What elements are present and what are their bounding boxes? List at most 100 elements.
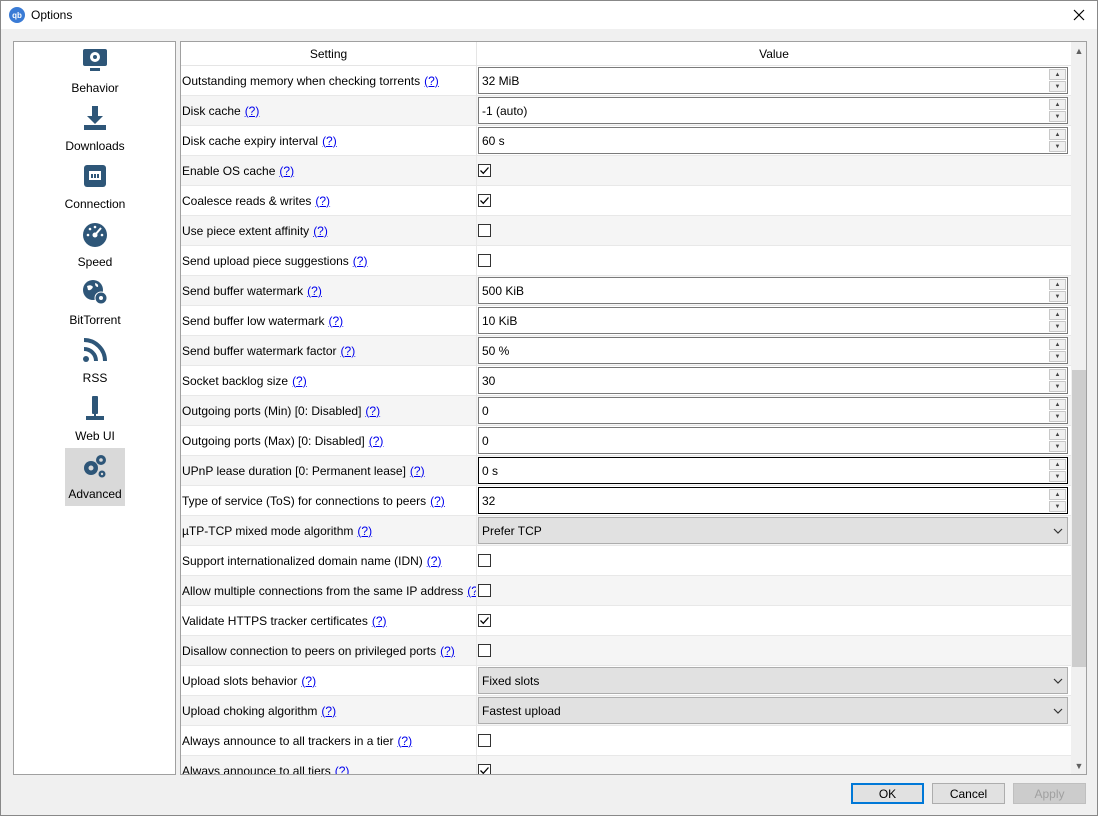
help-link[interactable]: (?) [335,764,350,775]
cancel-button[interactable]: Cancel [932,783,1005,804]
help-link[interactable]: (?) [365,404,380,418]
checkbox[interactable] [478,644,491,657]
spinbox-input[interactable]: 0 ▲ ▼ [478,427,1068,454]
spinbox-input[interactable]: 32 ▲ ▼ [478,487,1068,514]
spin-down-icon[interactable]: ▼ [1049,411,1066,422]
spin-up-icon[interactable]: ▲ [1049,459,1066,470]
spin-down-icon[interactable]: ▼ [1049,381,1066,392]
sidebar-item-downloads[interactable]: Downloads [65,100,125,158]
spin-up-icon[interactable]: ▲ [1049,129,1066,140]
spin-down-icon[interactable]: ▼ [1049,141,1066,152]
help-link[interactable]: (?) [440,644,455,658]
help-link[interactable]: (?) [307,284,322,298]
spin-down-icon[interactable]: ▼ [1049,351,1066,362]
help-link[interactable]: (?) [353,254,368,268]
help-link[interactable]: (?) [321,704,336,718]
dropdown-select[interactable]: Prefer TCP [478,517,1068,544]
spinbox-buttons: ▲ ▼ [1049,399,1066,422]
setting-value-cell: Fixed slots [477,666,1071,695]
sidebar-item-bittorrent[interactable]: BitTorrent [65,274,125,332]
scroll-down-icon[interactable]: ▼ [1071,757,1086,774]
help-link[interactable]: (?) [301,674,316,688]
scrollbar-thumb[interactable] [1072,370,1086,667]
column-header-value[interactable]: Value [477,42,1071,66]
spin-up-icon[interactable]: ▲ [1049,429,1066,440]
spinbox-input[interactable]: 60 s ▲ ▼ [478,127,1068,154]
setting-label: Outgoing ports (Max) [0: Disabled] [182,433,365,448]
help-link[interactable]: (?) [397,734,412,748]
help-link[interactable]: (?) [313,224,328,238]
ok-button[interactable]: OK [851,783,924,804]
table-row: µTP-TCP mixed mode algorithm (?) Prefer TC… [181,516,1071,546]
apply-button[interactable]: Apply [1013,783,1086,804]
sidebar-item-speed[interactable]: Speed [65,216,125,274]
checkmark-icon [480,767,489,774]
spin-up-icon[interactable]: ▲ [1049,399,1066,410]
checkbox[interactable] [478,194,491,207]
spinbox-input[interactable]: 500 KiB ▲ ▼ [478,277,1068,304]
spin-down-icon[interactable]: ▼ [1049,81,1066,92]
help-link[interactable]: (?) [467,584,476,598]
checkbox[interactable] [478,584,491,597]
dropdown-select[interactable]: Fixed slots [478,667,1068,694]
checkbox[interactable] [478,614,491,627]
table-row: Disk cache (?) -1 (auto) ▲ ▼ [181,96,1071,126]
help-link[interactable]: (?) [329,314,344,328]
spinbox-input[interactable]: 50 % ▲ ▼ [478,337,1068,364]
sidebar-item-label: Advanced [68,487,122,501]
setting-label: Upload choking algorithm [182,703,318,718]
setting-value-cell [477,216,1071,245]
help-link[interactable]: (?) [357,524,372,538]
spinbox-input[interactable]: 10 KiB ▲ ▼ [478,307,1068,334]
spin-up-icon[interactable]: ▲ [1049,369,1066,380]
help-link[interactable]: (?) [430,494,445,508]
spin-down-icon[interactable]: ▼ [1049,321,1066,332]
sidebar-item-behavior[interactable]: Behavior [65,42,125,100]
spin-up-icon[interactable]: ▲ [1049,99,1066,110]
sidebar-item-connection[interactable]: Connection [65,158,125,216]
help-link[interactable]: (?) [322,134,337,148]
vertical-scrollbar[interactable]: ▲ ▼ [1071,42,1086,774]
help-link[interactable]: (?) [315,194,330,208]
spinbox-input[interactable]: -1 (auto) ▲ ▼ [478,97,1068,124]
close-button[interactable] [1061,1,1097,29]
scroll-up-icon[interactable]: ▲ [1071,42,1086,59]
column-header-setting[interactable]: Setting [181,42,477,66]
checkbox[interactable] [478,554,491,567]
checkbox[interactable] [478,764,491,774]
checkbox[interactable] [478,734,491,747]
spin-down-icon[interactable]: ▼ [1049,471,1066,482]
spin-up-icon[interactable]: ▲ [1049,339,1066,350]
help-link[interactable]: (?) [372,614,387,628]
setting-value-cell [477,546,1071,575]
checkbox[interactable] [478,254,491,267]
spin-down-icon[interactable]: ▼ [1049,111,1066,122]
spin-down-icon[interactable]: ▼ [1049,291,1066,302]
sidebar-item-advanced[interactable]: Advanced [65,448,125,506]
spinbox-input[interactable]: 0 ▲ ▼ [478,397,1068,424]
spin-up-icon[interactable]: ▲ [1049,69,1066,80]
sidebar-item-webui[interactable]: Web UI [65,390,125,448]
help-link[interactable]: (?) [427,554,442,568]
help-link[interactable]: (?) [279,164,294,178]
spinbox-input[interactable]: 0 s ▲ ▼ [478,457,1068,484]
spin-down-icon[interactable]: ▼ [1049,441,1066,452]
sidebar-item-rss[interactable]: RSS [65,332,125,390]
checkbox[interactable] [478,224,491,237]
spin-up-icon[interactable]: ▲ [1049,309,1066,320]
spin-down-icon[interactable]: ▼ [1049,501,1066,512]
help-link[interactable]: (?) [292,374,307,388]
spin-up-icon[interactable]: ▲ [1049,279,1066,290]
table-row: Validate HTTPS tracker certificates (?) [181,606,1071,636]
dropdown-select[interactable]: Fastest upload [478,697,1068,724]
spin-up-icon[interactable]: ▲ [1049,489,1066,500]
spinbox-input[interactable]: 32 MiB ▲ ▼ [478,67,1068,94]
checkbox[interactable] [478,164,491,177]
help-link[interactable]: (?) [245,104,260,118]
help-link[interactable]: (?) [341,344,356,358]
spinbox-value: 10 KiB [482,313,518,328]
help-link[interactable]: (?) [369,434,384,448]
help-link[interactable]: (?) [424,74,439,88]
help-link[interactable]: (?) [410,464,425,478]
spinbox-input[interactable]: 30 ▲ ▼ [478,367,1068,394]
